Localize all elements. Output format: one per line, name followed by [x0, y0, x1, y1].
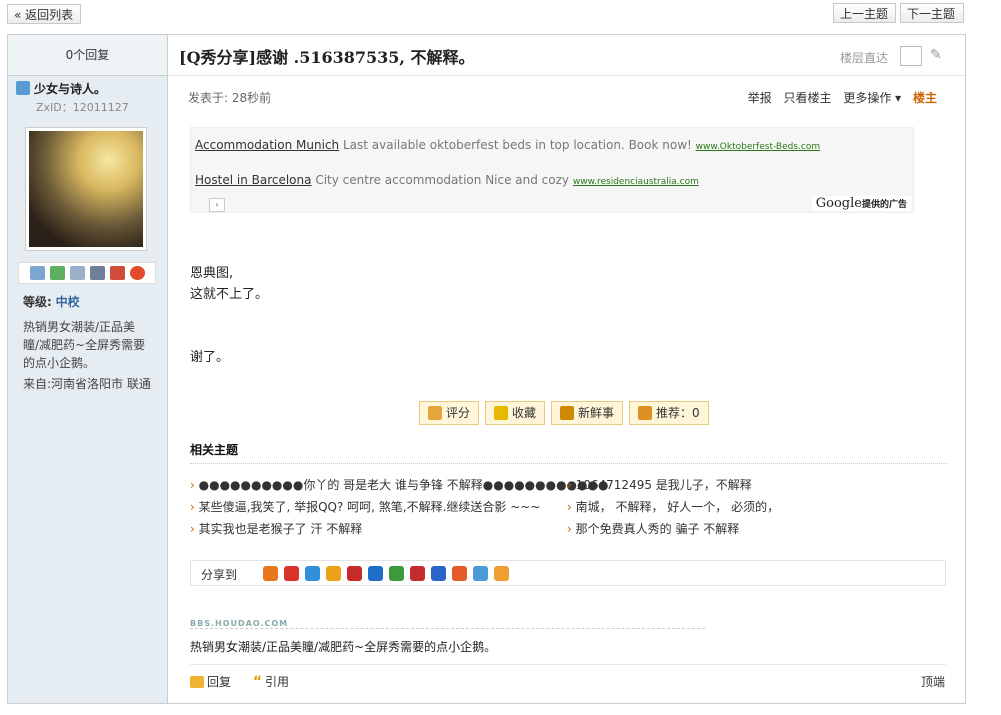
- share-service-icon[interactable]: [473, 566, 488, 581]
- ad-title-link[interactable]: Accommodation Munich: [195, 138, 339, 152]
- favorite-button[interactable]: 收藏: [485, 401, 546, 425]
- author-action-icons: [18, 262, 156, 284]
- ad-title-link[interactable]: Hostel in Barcelona: [195, 173, 311, 187]
- report-link[interactable]: 举报: [748, 91, 772, 105]
- more-actions-menu[interactable]: 更多操作 ▾: [843, 91, 901, 105]
- avatar[interactable]: [25, 127, 147, 251]
- ad-url-link[interactable]: www.residenciaustralia.com: [573, 177, 699, 187]
- thread-title: [Q秀分享]感谢 .516387535, 不解释。: [179, 48, 475, 67]
- share-service-icon[interactable]: [284, 566, 299, 581]
- mail-icon[interactable]: [29, 266, 45, 280]
- news-icon: [560, 406, 575, 420]
- back-to-top-link[interactable]: 顶端: [921, 673, 945, 690]
- share-service-icon[interactable]: [305, 566, 320, 581]
- share-service-icon[interactable]: [410, 566, 425, 581]
- level-link[interactable]: 中校: [56, 295, 80, 309]
- up-arrow-icon: [638, 406, 653, 420]
- only-op-link[interactable]: 只看楼主: [783, 91, 831, 105]
- ad-next-icon[interactable]: ›: [209, 198, 225, 212]
- post-frame: 0个回复 少女与诗人。 ZxID：12011127 等级: 中校 热销男女潮装/…: [7, 34, 966, 704]
- share-service-icon[interactable]: [263, 566, 278, 581]
- reply-button[interactable]: 回复: [190, 675, 231, 689]
- news-button[interactable]: 新鲜事: [551, 401, 624, 425]
- share-service-icon[interactable]: [452, 566, 467, 581]
- share-service-icon[interactable]: [326, 566, 341, 581]
- share-service-icon[interactable]: [347, 566, 362, 581]
- related-topic-link[interactable]: ●●●●●●●●●●你丫的 哥是老大 谁与争锋 不解释●●●●●●●●●●●●: [190, 476, 609, 493]
- post-main: [Q秀分享]感谢 .516387535, 不解释。 楼层直达 ✎ 发表于: 28…: [168, 35, 965, 703]
- author-name[interactable]: 少女与诗人。: [16, 80, 106, 97]
- related-topics-title: 相关主题: [190, 443, 239, 457]
- share-bar: 分享到: [190, 560, 946, 586]
- back-to-list-button[interactable]: « 返回列表: [7, 4, 81, 24]
- author-zxid: ZxID：12011127: [36, 101, 129, 114]
- thread-header: [Q秀分享]感谢 .516387535, 不解释。 楼层直达 ✎: [168, 35, 965, 76]
- share-service-icon[interactable]: [368, 566, 383, 581]
- thumb-icon: [428, 406, 442, 420]
- floor-label: 楼主: [912, 91, 937, 105]
- google-ads-label[interactable]: Google提供的广告: [811, 196, 911, 211]
- share-service-icon[interactable]: [389, 566, 404, 581]
- google-ads: Accommodation Munich Last available okto…: [190, 127, 914, 213]
- user-icon: [16, 81, 30, 95]
- post-content: 恩典图, 这就不上了。 谢了。: [190, 266, 269, 365]
- related-topic-link[interactable]: 某些傻逼,我笑了, 举报QQ? 呵呵, 煞笔,不解释.继续送合影 ~~~: [190, 498, 541, 515]
- next-topic-button[interactable]: 下一主题: [900, 3, 964, 23]
- ad-url-link[interactable]: www.Oktoberfest-Beds.com: [696, 142, 820, 152]
- author-sidebar: 0个回复 少女与诗人。 ZxID：12011127 等级: 中校 热销男女潮装/…: [8, 35, 168, 703]
- ad-item: Accommodation Munich Last available okto…: [195, 138, 821, 152]
- divider: [190, 664, 946, 665]
- related-topic-link[interactable]: 南城， 不解释， 好人一个， 必须的，: [567, 498, 779, 515]
- reply-icon: [190, 676, 204, 688]
- author-level: 等级: 中校: [23, 295, 80, 309]
- divider: [190, 463, 948, 464]
- reply-count: 0个回复: [8, 35, 167, 76]
- blocks-icon[interactable]: [109, 266, 125, 280]
- signature-logo: BBS.HOUDAO.COM: [190, 619, 289, 628]
- related-topic-link[interactable]: 其实我也是老猴子了 汗 不解释: [190, 520, 363, 537]
- share-service-icon[interactable]: [431, 566, 446, 581]
- related-topic-link[interactable]: 1064712495 是我儿子，不解释: [567, 476, 752, 493]
- prev-topic-button[interactable]: 上一主题: [833, 3, 896, 23]
- profile-icon[interactable]: [69, 266, 85, 280]
- quote-icon: “: [252, 674, 263, 690]
- signature-text: 热销男女潮装/正品美瞳/减肥药~全屏秀需要的点小企鹅。: [190, 640, 497, 654]
- share-icons: [263, 566, 509, 581]
- qq-penguin-icon[interactable]: [129, 266, 145, 280]
- author-location: 来自:河南省洛阳市 联通: [23, 377, 151, 391]
- wrench-icon[interactable]: ✎: [930, 47, 946, 63]
- post-footer: 回复 “引用 顶端: [190, 673, 945, 690]
- add-friend-icon[interactable]: [49, 266, 65, 280]
- star-icon: [494, 406, 509, 420]
- rate-button[interactable]: 评分: [419, 401, 480, 425]
- author-bio: 热销男女潮装/正品美瞳/减肥药~全屏秀需要的点小企鹅。: [23, 320, 146, 370]
- share-service-icon[interactable]: [494, 566, 509, 581]
- quote-button[interactable]: “引用: [235, 674, 289, 690]
- floor-jump-input[interactable]: [900, 46, 922, 66]
- post-time: 发表于: 28秒前: [188, 91, 272, 105]
- card-icon[interactable]: [89, 266, 105, 280]
- divider: [190, 628, 705, 629]
- floor-jump-label: 楼层直达: [840, 51, 889, 65]
- related-topic-link[interactable]: 那个免费真人秀的 骗子 不解释: [567, 520, 740, 537]
- share-label: 分享到: [201, 568, 238, 582]
- post-actions: 举报 只看楼主 更多操作 ▾ 楼主: [740, 89, 937, 106]
- post-rate-buttons: 评分 收藏 新鲜事 推荐：0: [419, 401, 709, 425]
- recommend-button[interactable]: 推荐：0: [629, 401, 709, 425]
- post-meta: 发表于: 28秒前 举报 只看楼主 更多操作 ▾ 楼主: [188, 89, 945, 105]
- ad-item: Hostel in Barcelona City centre accommod…: [195, 173, 699, 187]
